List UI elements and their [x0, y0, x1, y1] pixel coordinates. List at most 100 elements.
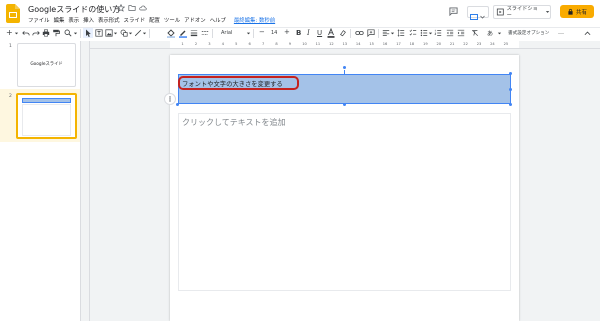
- ruler-tick-label: 24: [490, 42, 495, 46]
- slides-logo-icon[interactable]: [6, 4, 20, 23]
- insert-link-icon[interactable]: [355, 29, 364, 37]
- zoom-icon[interactable]: [64, 29, 72, 37]
- checklist-icon[interactable]: [409, 29, 417, 37]
- ruler-tick-label: 6: [248, 42, 251, 46]
- slide-thumbnail[interactable]: Googleスライド: [17, 43, 76, 87]
- resize-handle-middle-right[interactable]: [509, 88, 512, 91]
- menu-tools[interactable]: ツール: [164, 16, 180, 24]
- decrease-font-size-button[interactable]: −: [259, 28, 265, 36]
- font-family-select[interactable]: Arial: [221, 30, 232, 36]
- text-color-icon[interactable]: [327, 28, 335, 38]
- bulleted-list-icon[interactable]: [420, 29, 428, 37]
- text-box-icon[interactable]: [95, 29, 103, 37]
- new-slide-dropdown-icon[interactable]: [14, 31, 19, 36]
- last-edit-link[interactable]: 最終編集: 数秒前: [234, 16, 275, 24]
- toolbar-divider: [149, 29, 150, 38]
- ruler-tick-label: 1: [181, 42, 184, 46]
- input-tools-icon[interactable]: あ: [487, 29, 496, 37]
- star-icon[interactable]: [117, 4, 125, 12]
- font-size-input[interactable]: 14: [271, 30, 277, 36]
- select-cursor-icon[interactable]: [83, 28, 93, 38]
- bulleted-list-dropdown-icon[interactable]: [428, 31, 433, 36]
- resize-handle-top-right[interactable]: [509, 72, 512, 75]
- ruler-tick-label: 17: [396, 42, 401, 46]
- align-icon[interactable]: [382, 29, 390, 37]
- border-dash-icon[interactable]: [201, 29, 209, 37]
- ruler-tick-label: 20: [436, 42, 442, 46]
- menu-addons[interactable]: アドオン: [184, 16, 206, 24]
- resize-handle-bottom-right[interactable]: [509, 103, 512, 106]
- shape-dropdown-icon[interactable]: [128, 31, 133, 36]
- border-weight-icon[interactable]: [190, 29, 198, 37]
- font-dropdown-icon[interactable]: [246, 31, 251, 36]
- ruler-tick-label: 15: [369, 42, 374, 46]
- bold-icon[interactable]: B: [296, 29, 301, 37]
- ruler-tick-label: 9: [288, 42, 292, 46]
- menu-bar: ファイル 編集 表示 挿入 表示形式 スライド 配置 ツール アドオン ヘルプ …: [28, 16, 279, 24]
- slideshow-label: スライドショー: [506, 6, 538, 19]
- menu-format[interactable]: 表示形式: [98, 16, 120, 24]
- numbered-list-icon[interactable]: [434, 29, 442, 37]
- line-icon[interactable]: [134, 29, 142, 37]
- comments-icon[interactable]: [449, 7, 458, 16]
- document-title[interactable]: Googleスライドの使い方: [28, 4, 120, 15]
- rotate-handle[interactable]: [343, 66, 346, 69]
- clear-formatting-icon[interactable]: [471, 29, 479, 37]
- underline-icon[interactable]: U: [317, 29, 322, 37]
- menu-slide[interactable]: スライド: [124, 16, 146, 24]
- ruler-ticks: 1 2 3 4 5 6 7 8 9 10 11 12 13 14 15 16 17 18 19 20 21 22 23 24 2…: [170, 41, 519, 48]
- move-folder-icon[interactable]: [128, 4, 136, 12]
- new-slide-button[interactable]: +: [6, 28, 13, 37]
- image-icon[interactable]: [105, 29, 113, 37]
- increase-indent-icon[interactable]: [457, 29, 465, 37]
- slideshow-button[interactable]: スライドショー: [493, 5, 551, 19]
- italic-icon[interactable]: I: [307, 29, 310, 37]
- shape-icon[interactable]: [120, 29, 128, 37]
- present-to-meeting-button[interactable]: [467, 6, 489, 20]
- highlight-color-icon[interactable]: [339, 29, 347, 37]
- share-button[interactable]: 共有: [560, 5, 594, 18]
- menu-help[interactable]: ヘルプ: [210, 16, 226, 24]
- increase-font-size-button[interactable]: +: [284, 28, 290, 36]
- zoom-dropdown-icon[interactable]: [73, 31, 78, 36]
- resize-handle-bottom-middle[interactable]: [343, 103, 346, 106]
- menu-view[interactable]: 表示: [68, 16, 79, 24]
- redo-icon[interactable]: [32, 29, 40, 37]
- lock-icon: [568, 8, 573, 15]
- slide-thumbnail-title: Googleスライド: [30, 62, 63, 67]
- slide-number: 1: [9, 44, 12, 49]
- line-dropdown-icon[interactable]: [142, 31, 147, 36]
- ruler-tick-label: 3: [208, 42, 211, 46]
- ruler-tick-label: 16: [382, 42, 388, 46]
- line-spacing-icon[interactable]: [397, 29, 405, 37]
- more-options-button[interactable]: …: [558, 29, 564, 36]
- add-comment-icon[interactable]: [367, 29, 375, 37]
- paint-format-icon[interactable]: [52, 29, 60, 37]
- align-dropdown-icon[interactable]: [390, 31, 395, 36]
- chevron-down-icon[interactable]: [545, 9, 550, 15]
- image-dropdown-icon[interactable]: [113, 31, 118, 36]
- undo-icon[interactable]: [22, 29, 30, 37]
- collapse-menus-icon[interactable]: [584, 30, 591, 36]
- more-vert-icon: [169, 96, 171, 102]
- menu-arrange[interactable]: 配置: [149, 16, 160, 24]
- format-options-button[interactable]: 書式設定オプション: [508, 30, 549, 36]
- menu-insert[interactable]: 挿入: [83, 16, 94, 24]
- slide-thumbnail-selected[interactable]: [16, 93, 77, 139]
- print-icon[interactable]: [42, 29, 50, 37]
- border-color-icon[interactable]: [178, 28, 188, 38]
- share-label: 共有: [575, 9, 587, 16]
- body-placeholder[interactable]: クリックしてテキストを追加: [182, 117, 286, 128]
- menu-file[interactable]: ファイル: [28, 16, 50, 24]
- ruler-tick-label: 11: [315, 42, 321, 46]
- input-tools-dropdown-icon[interactable]: [497, 31, 502, 36]
- box-options-button[interactable]: [164, 93, 176, 105]
- body-text-box[interactable]: [178, 113, 511, 291]
- title-text[interactable]: フォントや文字の大きさを変更する: [182, 79, 283, 88]
- toolbar-divider: [378, 29, 379, 38]
- fill-color-icon[interactable]: [166, 28, 176, 38]
- resize-handle-bottom-left[interactable]: [176, 103, 179, 106]
- decrease-indent-icon[interactable]: [446, 29, 454, 37]
- menu-edit[interactable]: 編集: [54, 16, 65, 24]
- ruler-tick-label: 4: [221, 42, 224, 46]
